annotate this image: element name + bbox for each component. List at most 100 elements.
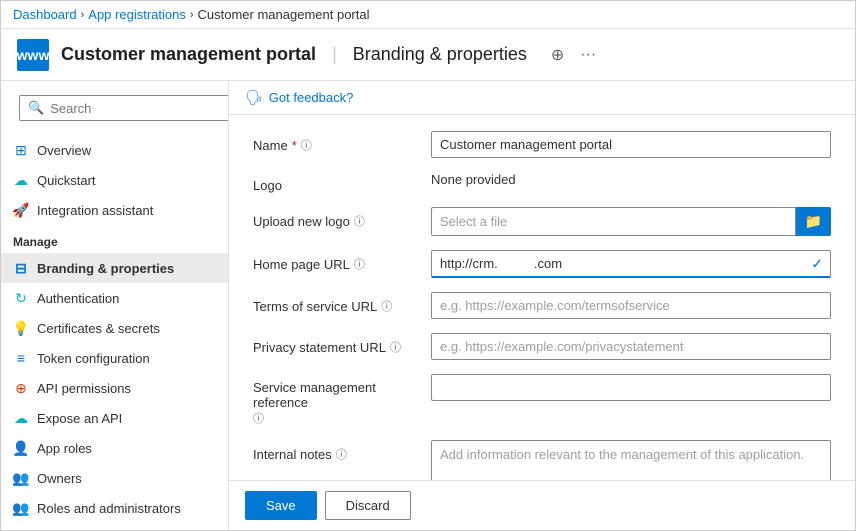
search-input[interactable] <box>50 101 226 116</box>
logo-static-value: None provided <box>431 166 516 187</box>
name-field-control <box>431 131 831 158</box>
page-subtitle: Branding & properties <box>353 44 527 65</box>
sidebar-item-manifest[interactable]: ⊟ Manifest <box>1 523 228 530</box>
sidebar-item-owners[interactable]: 👥 Owners <box>1 463 228 493</box>
homepage-info-icon[interactable]: ⓘ <box>354 256 365 272</box>
discard-button[interactable]: Discard <box>325 491 411 520</box>
integration-icon: 🚀 <box>13 202 29 218</box>
privacy-url-input[interactable] <box>431 333 831 360</box>
api-permissions-icon: ⊕ <box>13 380 29 396</box>
homepage-check-icon: ✓ <box>811 256 823 273</box>
form-area: Name * ⓘ Logo None provided <box>229 115 855 480</box>
breadcrumb-sep-2: › <box>190 9 194 21</box>
header-divider: | <box>332 44 337 65</box>
sidebar-item-branding[interactable]: ⊟ Branding & properties <box>1 253 228 283</box>
sidebar-item-app-roles[interactable]: 👤 App roles <box>1 433 228 463</box>
internal-notes-textarea[interactable] <box>431 440 831 480</box>
pin-button[interactable]: ⊕ <box>547 43 568 67</box>
required-indicator: * <box>292 138 297 153</box>
breadcrumb-dashboard[interactable]: Dashboard <box>13 7 77 22</box>
homepage-input-wrap: ✓ <box>431 250 831 278</box>
expose-api-icon: ☁ <box>13 410 29 426</box>
homepage-url-control: ✓ <box>431 250 831 278</box>
upload-logo-label: Upload new logo ⓘ <box>253 207 423 229</box>
privacy-url-control <box>431 333 831 360</box>
content-area: 🗣 Got feedback? Name * ⓘ <box>229 81 855 530</box>
header-actions: ⊕ ··· <box>547 43 600 67</box>
name-info-icon[interactable]: ⓘ <box>301 137 312 153</box>
feedback-link[interactable]: Got feedback? <box>269 90 354 105</box>
sidebar-item-expose-api[interactable]: ☁ Expose an API <box>1 403 228 433</box>
homepage-url-input[interactable] <box>431 250 831 278</box>
terms-url-row: Terms of service URL ⓘ <box>253 292 831 319</box>
app-roles-icon: 👤 <box>13 440 29 456</box>
file-input[interactable] <box>431 207 796 236</box>
sidebar-item-overview[interactable]: ⊞ Overview <box>1 135 228 165</box>
branding-icon: ⊟ <box>13 260 29 276</box>
breadcrumb-app-registrations[interactable]: App registrations <box>88 7 186 22</box>
terms-url-label: Terms of service URL ⓘ <box>253 292 423 314</box>
sidebar-item-label: Token configuration <box>37 351 150 366</box>
service-mgmt-info-icon[interactable]: ⓘ <box>253 410 423 426</box>
upload-logo-info-icon[interactable]: ⓘ <box>354 213 365 229</box>
page-title: Customer management portal <box>61 44 316 65</box>
sidebar: 🔍 « ⊞ Overview ☁ Quickstart 🚀 Integratio… <box>1 81 229 530</box>
upload-logo-row: Upload new logo ⓘ 📁 <box>253 207 831 236</box>
sidebar-item-label: Quickstart <box>37 173 96 188</box>
sidebar-item-label: API permissions <box>37 381 131 396</box>
service-mgmt-control <box>431 374 831 401</box>
sidebar-item-label: Roles and administrators <box>37 501 181 516</box>
upload-logo-control: 📁 <box>431 207 831 236</box>
privacy-url-label: Privacy statement URL ⓘ <box>253 333 423 355</box>
more-button[interactable]: ··· <box>576 43 600 67</box>
sidebar-item-quickstart[interactable]: ☁ Quickstart <box>1 165 228 195</box>
feedback-icon: 🗣 <box>245 89 263 106</box>
roles-admin-icon: 👥 <box>13 500 29 516</box>
internal-notes-info-icon[interactable]: ⓘ <box>336 446 347 462</box>
service-mgmt-label: Service management reference ⓘ <box>253 374 423 426</box>
token-icon: ≡ <box>13 350 29 366</box>
page-header: www Customer management portal | Brandin… <box>1 29 855 81</box>
save-button[interactable]: Save <box>245 491 317 520</box>
file-input-group: 📁 <box>431 207 831 236</box>
overview-icon: ⊞ <box>13 142 29 158</box>
feedback-bar: 🗣 Got feedback? <box>229 81 855 115</box>
terms-url-input[interactable] <box>431 292 831 319</box>
sidebar-item-certificates[interactable]: 💡 Certificates & secrets <box>1 313 228 343</box>
sidebar-item-label: Certificates & secrets <box>37 321 160 336</box>
breadcrumb-current: Customer management portal <box>198 7 370 22</box>
privacy-url-row: Privacy statement URL ⓘ <box>253 333 831 360</box>
service-mgmt-input[interactable] <box>431 374 831 401</box>
homepage-url-label: Home page URL ⓘ <box>253 250 423 272</box>
sidebar-item-label: Integration assistant <box>37 203 153 218</box>
app-frame: Dashboard › App registrations › Customer… <box>0 0 856 531</box>
internal-notes-row: Internal notes ⓘ <box>253 440 831 480</box>
app-icon: www <box>17 39 49 71</box>
sidebar-item-authentication[interactable]: ↻ Authentication <box>1 283 228 313</box>
sidebar-item-token[interactable]: ≡ Token configuration <box>1 343 228 373</box>
homepage-url-row: Home page URL ⓘ ✓ <box>253 250 831 278</box>
breadcrumb-sep-1: › <box>81 9 85 21</box>
terms-info-icon[interactable]: ⓘ <box>381 298 392 314</box>
internal-notes-control <box>431 440 831 480</box>
quickstart-icon: ☁ <box>13 172 29 188</box>
sidebar-item-label: Overview <box>37 143 91 158</box>
breadcrumb: Dashboard › App registrations › Customer… <box>1 1 855 29</box>
sidebar-item-api-permissions[interactable]: ⊕ API permissions <box>1 373 228 403</box>
service-mgmt-row: Service management reference ⓘ <box>253 374 831 426</box>
sidebar-item-label: Owners <box>37 471 82 486</box>
name-input[interactable] <box>431 131 831 158</box>
sidebar-item-label: Branding & properties <box>37 261 174 276</box>
owners-icon: 👥 <box>13 470 29 486</box>
sidebar-item-integration-assistant[interactable]: 🚀 Integration assistant <box>1 195 228 225</box>
logo-value: None provided <box>431 172 831 187</box>
main-layout: 🔍 « ⊞ Overview ☁ Quickstart 🚀 Integratio… <box>1 81 855 530</box>
internal-notes-label: Internal notes ⓘ <box>253 440 423 462</box>
privacy-info-icon[interactable]: ⓘ <box>390 339 401 355</box>
logo-label: Logo <box>253 172 423 193</box>
sidebar-nav: ⊞ Overview ☁ Quickstart 🚀 Integration as… <box>1 135 228 530</box>
file-browse-button[interactable]: 📁 <box>796 207 831 236</box>
app-icon-label: www <box>17 47 50 63</box>
manage-section-label: Manage <box>1 225 228 253</box>
sidebar-item-roles-admin[interactable]: 👥 Roles and administrators <box>1 493 228 523</box>
